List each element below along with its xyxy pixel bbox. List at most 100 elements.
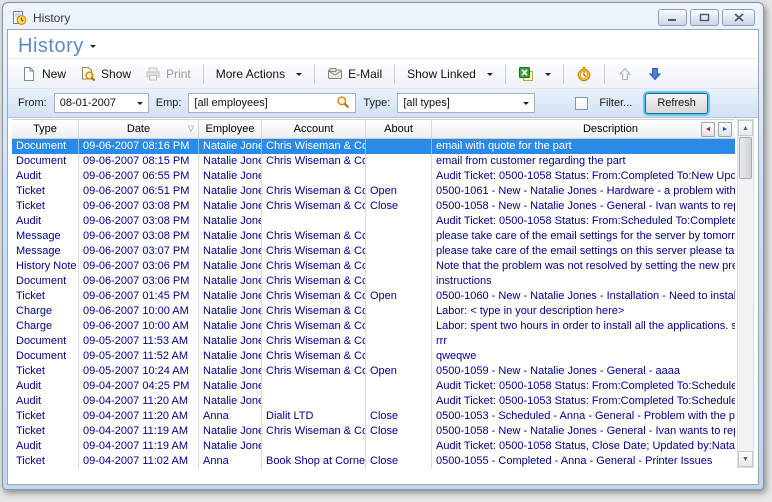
cell-employee: Natalie Jone: [199, 424, 262, 439]
cell-description: rrr: [432, 334, 735, 349]
toolbar-separator: [604, 64, 605, 84]
move-down-button[interactable]: [640, 63, 670, 85]
email-envelope-icon: [327, 66, 343, 82]
table-row[interactable]: Document09-05-2007 11:53 AMNatalie JoneC…: [12, 334, 735, 349]
page-header: History: [8, 30, 758, 58]
column-header-type[interactable]: Type: [12, 120, 79, 138]
table-row[interactable]: Ticket09-04-2007 11:19 AMNatalie JoneChr…: [12, 424, 735, 439]
table-row[interactable]: Message09-06-2007 03:08 PMNatalie JoneCh…: [12, 229, 735, 244]
export-excel-button[interactable]: [511, 63, 558, 85]
employee-search-field[interactable]: [all employees]: [188, 93, 356, 113]
table-row[interactable]: Document09-06-2007 03:06 PMNatalie JoneC…: [12, 274, 735, 289]
type-combobox[interactable]: [all types]: [397, 93, 535, 113]
show-linked-button[interactable]: Show Linked: [400, 64, 500, 84]
print-button[interactable]: Print: [138, 63, 198, 85]
new-button[interactable]: New: [14, 63, 73, 85]
cell-account: Chris Wiseman & Co, A: [262, 244, 366, 259]
refresh-button[interactable]: Refresh: [645, 93, 708, 114]
column-header-about[interactable]: About: [366, 120, 432, 138]
vertical-scrollbar[interactable]: ▲ ▼: [737, 119, 754, 468]
cell-about: [366, 394, 432, 409]
toolbar: New Show Print More Actions: [8, 58, 758, 89]
email-button[interactable]: E-Mail: [320, 63, 389, 85]
cell-date: 09-06-2007 08:15 PM: [79, 154, 199, 169]
scroll-columns-right-button[interactable]: ►: [718, 122, 732, 137]
cell-account: [262, 439, 366, 454]
cell-about: [366, 349, 432, 364]
table-row[interactable]: Document09-06-2007 08:16 PMNatalie JoneC…: [12, 139, 735, 154]
print-button-label: Print: [166, 67, 191, 81]
new-document-icon: [21, 66, 37, 82]
table-row[interactable]: History Note09-06-2007 03:06 PMNatalie J…: [12, 259, 735, 274]
scroll-columns-left-button[interactable]: ◄: [701, 122, 715, 137]
table-row[interactable]: Audit09-06-2007 06:55 PMNatalie JoneAudi…: [12, 169, 735, 184]
cell-type: Ticket: [12, 409, 79, 424]
cell-type: Ticket: [12, 424, 79, 439]
cell-date: 09-06-2007 03:07 PM: [79, 244, 199, 259]
column-header-description[interactable]: Description ◄ ►: [432, 120, 735, 138]
cell-date: 09-06-2007 03:06 PM: [79, 274, 199, 289]
table-row[interactable]: Ticket09-06-2007 06:51 PMNatalie JoneChr…: [12, 184, 735, 199]
stopwatch-icon: [576, 66, 592, 82]
show-linked-label: Show Linked: [407, 67, 476, 81]
cell-employee: Natalie Jone: [199, 154, 262, 169]
maximize-button[interactable]: [690, 9, 719, 26]
cell-date: 09-06-2007 01:45 PM: [79, 289, 199, 304]
cell-description: Audit Ticket: 0500-1058 Status: From:Com…: [432, 379, 735, 394]
table-row[interactable]: Charge09-06-2007 10:00 AMNatalie JoneChr…: [12, 304, 735, 319]
column-header-employee[interactable]: Employee: [199, 120, 262, 138]
table-row[interactable]: Ticket09-06-2007 01:45 PMNatalie JoneChr…: [12, 289, 735, 304]
column-header-date[interactable]: Date ▽: [79, 120, 199, 138]
cell-employee: Natalie Jone: [199, 139, 262, 154]
more-actions-caret-icon: [296, 73, 302, 79]
table-row[interactable]: Audit09-04-2007 04:25 PMNatalie JoneAudi…: [12, 379, 735, 394]
table-row[interactable]: Message09-06-2007 03:07 PMNatalie JoneCh…: [12, 244, 735, 259]
scroll-down-button[interactable]: ▼: [738, 451, 753, 467]
table-row[interactable]: Audit09-04-2007 11:19 AMNatalie JoneAudi…: [12, 439, 735, 454]
table-row[interactable]: Ticket09-04-2007 11:20 AMAnnaDialit LTDC…: [12, 409, 735, 424]
table-row[interactable]: Ticket09-06-2007 03:08 PMNatalie JoneChr…: [12, 199, 735, 214]
column-header-account-label: Account: [294, 123, 334, 135]
scrollbar-thumb[interactable]: [739, 137, 752, 179]
cell-account: Chris Wiseman & Co, A: [262, 259, 366, 274]
close-button[interactable]: [722, 9, 755, 26]
cell-description: Audit Ticket: 0500-1058 Status, Close Da…: [432, 439, 735, 454]
move-up-button[interactable]: [610, 63, 640, 85]
table-row[interactable]: Ticket09-05-2007 10:24 AMNatalie JoneChr…: [12, 364, 735, 379]
minimize-button[interactable]: [658, 9, 687, 26]
column-header-account[interactable]: Account: [262, 120, 366, 138]
cell-employee: Natalie Jone: [199, 289, 262, 304]
column-header-about-label: About: [384, 123, 413, 135]
cell-description: 0500-1061 - New - Natalie Jones - Hardwa…: [432, 184, 735, 199]
scroll-up-button[interactable]: ▲: [738, 120, 753, 136]
titlebar[interactable]: History: [3, 3, 763, 29]
new-button-label: New: [42, 67, 66, 81]
email-button-label: E-Mail: [348, 67, 382, 81]
from-date-caret-icon: [137, 102, 143, 108]
page-title-menu-caret-icon[interactable]: [90, 45, 96, 51]
cell-about: [366, 439, 432, 454]
filter-checkbox[interactable]: [575, 97, 588, 110]
employee-value: [all employees]: [194, 97, 336, 109]
toolbar-separator: [394, 64, 395, 84]
table-row[interactable]: Charge09-06-2007 10:00 AMNatalie JoneChr…: [12, 319, 735, 334]
table-row[interactable]: Audit09-04-2007 11:20 AMNatalie JoneAudi…: [12, 394, 735, 409]
cell-date: 09-06-2007 03:08 PM: [79, 199, 199, 214]
table-body: Document09-06-2007 08:16 PMNatalie JoneC…: [12, 139, 735, 469]
table-row[interactable]: Document09-05-2007 11:52 AMNatalie JoneC…: [12, 349, 735, 364]
show-button-label: Show: [101, 67, 131, 81]
search-icon[interactable]: [336, 95, 350, 112]
cell-about: [366, 319, 432, 334]
table-row[interactable]: Ticket09-04-2007 11:02 AMAnnaBook Shop a…: [12, 454, 735, 469]
table-row[interactable]: Audit09-06-2007 03:08 PMNatalie JoneAudi…: [12, 214, 735, 229]
cell-account: [262, 214, 366, 229]
cell-employee: Natalie Jone: [199, 394, 262, 409]
cell-date: 09-04-2007 04:25 PM: [79, 379, 199, 394]
cell-type: Audit: [12, 394, 79, 409]
timer-button[interactable]: [569, 63, 599, 85]
more-actions-button[interactable]: More Actions: [209, 64, 309, 84]
show-button[interactable]: Show: [73, 63, 138, 85]
from-date-combobox[interactable]: 08-01-2007: [54, 93, 149, 113]
table-row[interactable]: Document09-06-2007 08:15 PMNatalie JoneC…: [12, 154, 735, 169]
cell-about: [366, 274, 432, 289]
